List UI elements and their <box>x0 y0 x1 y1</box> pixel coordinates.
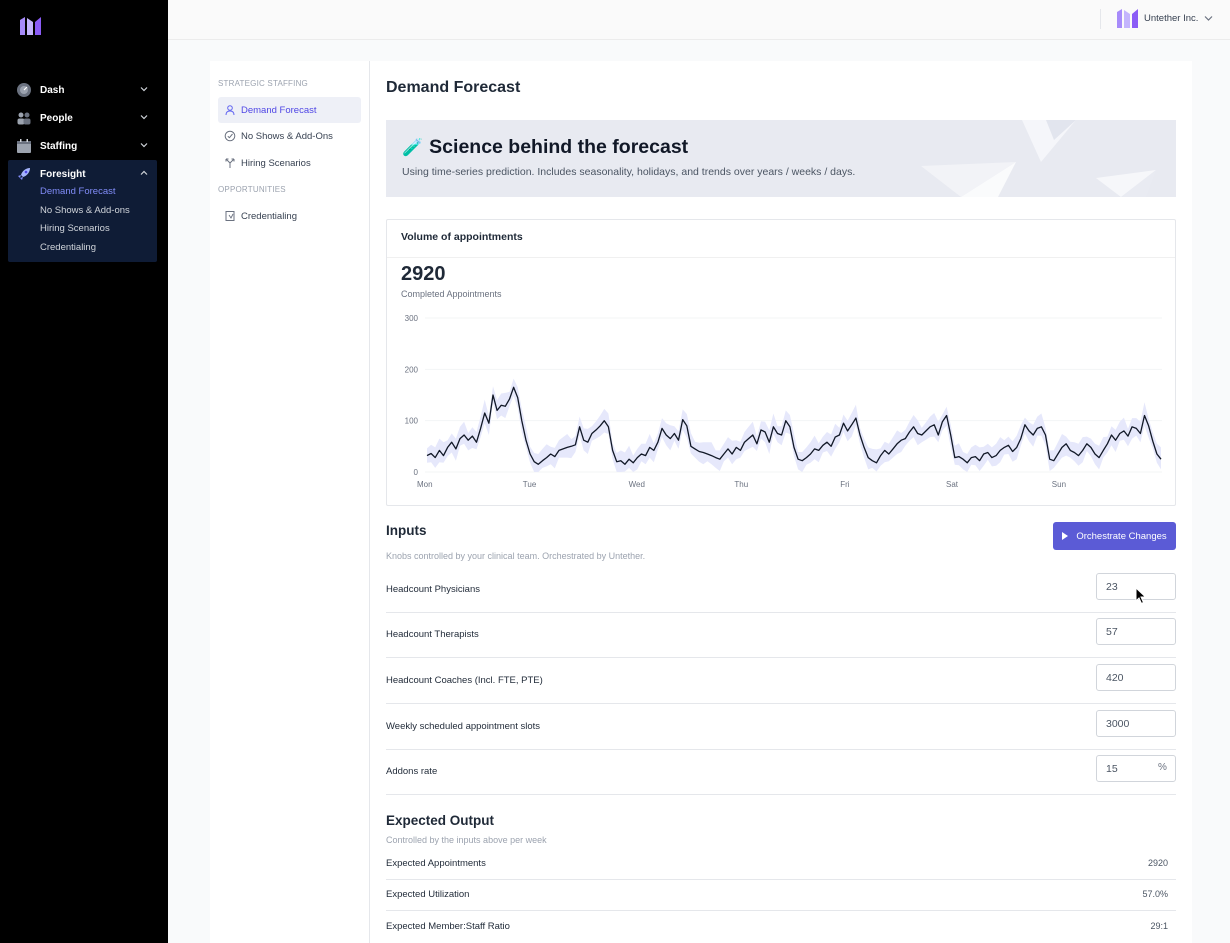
user-icon <box>224 104 236 116</box>
input-row-physicians: Headcount Physicians <box>386 567 1176 613</box>
subnav-item-label: No Shows & Add-Ons <box>241 130 333 142</box>
nav-people[interactable]: People <box>8 104 157 132</box>
input-row-addons: Addons rate % <box>386 749 1176 795</box>
play-icon <box>1062 532 1069 540</box>
output-subtitle: Controlled by the inputs above per week <box>386 835 547 845</box>
subnav-item-label: Hiring Scenarios <box>241 157 311 169</box>
output-value: 2920 <box>1147 858 1168 868</box>
input-label: Weekly scheduled appointment slots <box>386 721 541 732</box>
input-row-coaches: Headcount Coaches (Incl. FTE, PTE) <box>386 658 1176 704</box>
sidebar: Dash People Staffing Foresight Demand Fo… <box>0 0 168 943</box>
x-tick-label: Tue <box>523 480 537 489</box>
banner-title-text: Science behind the forecast <box>429 136 689 158</box>
sub-navigation: STRATEGIC STAFFING Demand Forecast No Sh… <box>210 61 370 943</box>
y-tick-label: 300 <box>405 314 419 323</box>
output-label: Expected Utilization <box>386 889 470 900</box>
headcount-coaches-input[interactable] <box>1096 664 1176 691</box>
output-value: 57.0% <box>1142 889 1168 899</box>
subnav-item-label: Demand Forecast <box>241 104 317 116</box>
subnav-item-credentialing[interactable]: Credentialing <box>218 203 361 229</box>
input-label: Headcount Physicians <box>386 584 480 595</box>
appointments-chart-card: Volume of appointments 2920 Completed Ap… <box>386 219 1176 506</box>
rocket-icon <box>16 166 32 182</box>
top-bar: Untether Inc. <box>168 0 1230 40</box>
orchestrate-changes-button[interactable]: Orchestrate Changes <box>1053 522 1176 550</box>
chevron-down-icon <box>140 143 148 148</box>
x-tick-label: Thu <box>734 480 748 489</box>
dashboard-icon <box>16 82 32 98</box>
sidebar-item-credentialing[interactable]: Credentialing <box>40 242 96 253</box>
x-tick-label: Sat <box>946 480 959 489</box>
calendar-icon <box>16 138 32 154</box>
subnav-item-label: Credentialing <box>241 210 297 222</box>
output-row-appointments: Expected Appointments 2920 <box>386 849 1176 880</box>
orchestrate-changes-label: Orchestrate Changes <box>1076 530 1167 542</box>
nav-foresight[interactable]: Foresight <box>8 160 157 188</box>
sidebar-item-hiring-scenarios[interactable]: Hiring Scenarios <box>40 223 110 234</box>
inputs-title: Inputs <box>386 523 427 538</box>
subnav-heading-strategic: STRATEGIC STAFFING <box>218 79 308 88</box>
y-tick-label: 100 <box>405 417 419 426</box>
output-row-ratio: Expected Member:Staff Ratio 29:1 <box>386 912 1176 943</box>
input-label: Addons rate <box>386 766 438 777</box>
banner-subtitle: Using time-series prediction. Includes s… <box>402 166 856 178</box>
y-tick-label: 0 <box>414 468 419 477</box>
nav-dash-label: Dash <box>40 84 65 96</box>
subnav-item-demand-forecast[interactable]: Demand Forecast <box>218 97 361 123</box>
subnav-item-hiring-scenarios[interactable]: Hiring Scenarios <box>218 150 361 176</box>
org-logo <box>1117 9 1138 28</box>
weekly-slots-input[interactable] <box>1096 710 1176 737</box>
org-switcher[interactable]: Untether Inc. <box>1144 13 1198 24</box>
book-icon <box>224 210 236 222</box>
x-tick-label: Sun <box>1052 480 1066 489</box>
output-value: 29:1 <box>1150 921 1168 931</box>
chevron-down-icon[interactable] <box>1204 15 1213 22</box>
output-title: Expected Output <box>386 813 495 828</box>
chevron-down-icon <box>140 87 148 92</box>
forecast-confidence-band <box>427 378 1161 472</box>
banner-title: 🧪 Science behind the forecast <box>402 136 688 159</box>
divider <box>1100 9 1101 29</box>
x-tick-label: Fri <box>840 480 850 489</box>
headcount-therapists-input[interactable] <box>1096 618 1176 645</box>
chevron-up-icon <box>140 170 148 175</box>
x-tick-label: Wed <box>629 480 645 489</box>
nav-staffing[interactable]: Staffing <box>8 132 157 160</box>
y-tick-label: 200 <box>405 365 419 374</box>
content-card: STRATEGIC STAFFING Demand Forecast No Sh… <box>210 61 1192 943</box>
chevron-down-icon <box>140 115 148 120</box>
fork-icon <box>224 157 236 169</box>
test-tube-icon: 🧪 <box>402 137 424 157</box>
input-label: Headcount Coaches (Incl. FTE, PTE) <box>386 675 543 686</box>
nav-dash[interactable]: Dash <box>8 76 157 104</box>
inputs-subtitle: Knobs controlled by your clinical team. … <box>386 551 646 561</box>
output-row-utilization: Expected Utilization 57.0% <box>386 880 1176 911</box>
output-label: Expected Appointments <box>386 858 486 869</box>
untether-logo[interactable] <box>19 16 43 36</box>
appointments-line-chart: 0 100 200 300 Mon Tue Wed Thu Fri Sat Sun <box>405 314 1162 489</box>
science-banner: 🧪 Science behind the forecast Using time… <box>386 120 1176 197</box>
page-title: Demand Forecast <box>386 79 521 96</box>
nav-foresight-label: Foresight <box>40 168 86 180</box>
nav-people-label: People <box>40 112 73 124</box>
x-tick-label: Mon <box>417 480 433 489</box>
subnav-heading-opportunities: OPPORTUNITIES <box>218 185 286 194</box>
mouse-cursor-icon <box>1135 587 1147 605</box>
nav-staffing-label: Staffing <box>40 140 78 152</box>
percent-suffix: % <box>1158 762 1167 773</box>
sidebar-item-no-shows[interactable]: No Shows & Add-ons <box>40 205 130 216</box>
sidebar-item-demand-forecast[interactable]: Demand Forecast <box>40 186 116 197</box>
output-label: Expected Member:Staff Ratio <box>386 921 510 932</box>
people-icon <box>16 110 32 126</box>
input-row-slots: Weekly scheduled appointment slots <box>386 704 1176 750</box>
input-label: Headcount Therapists <box>386 629 479 640</box>
check-circle-icon <box>224 130 236 142</box>
input-row-therapists: Headcount Therapists <box>386 612 1176 658</box>
subnav-item-no-shows[interactable]: No Shows & Add-Ons <box>218 123 361 149</box>
